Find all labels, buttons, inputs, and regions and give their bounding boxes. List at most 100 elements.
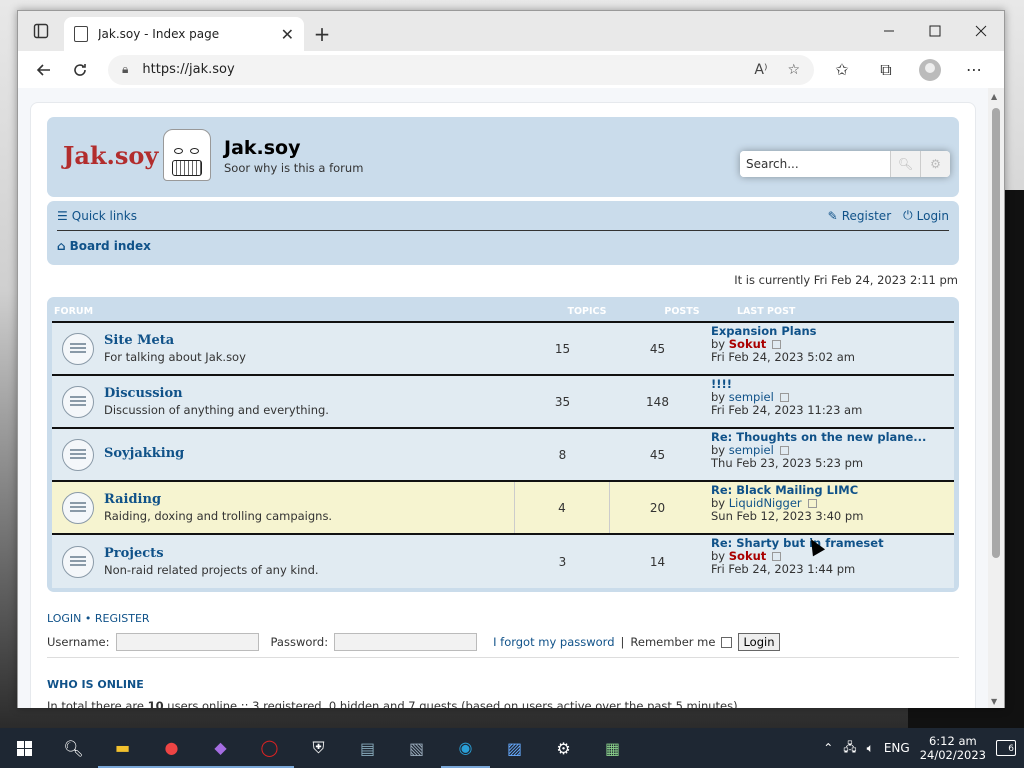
paint-icon: ▨: [506, 738, 523, 758]
forum-info: Raiding Raiding, doxing and trolling camp…: [104, 492, 332, 523]
login-header-link[interactable]: LOGIN: [47, 612, 81, 625]
forum-title-link[interactable]: Raiding: [104, 492, 332, 507]
opera-button[interactable]: ◯: [245, 728, 294, 768]
nav-row-bottom: ⌂ Board index: [57, 231, 949, 261]
forgot-password-link[interactable]: I forgot my password: [493, 635, 614, 649]
app-button-3[interactable]: ▦: [588, 728, 637, 768]
view-latest-post-icon[interactable]: [807, 499, 817, 508]
author-link[interactable]: sempiel: [729, 443, 774, 457]
author-link[interactable]: LiquidNigger: [729, 496, 802, 510]
username-field[interactable]: [115, 633, 259, 651]
visual-studio-button[interactable]: ◆: [196, 728, 245, 768]
forum-read-icon: [62, 332, 94, 365]
forum-cell: Site Meta For talking about Jak.soy: [52, 323, 515, 374]
login-button[interactable]: Login: [738, 633, 780, 651]
register-link[interactable]: ✎ Register: [828, 208, 891, 223]
language-indicator[interactable]: ENG: [884, 741, 910, 755]
notification-count: 6: [1008, 744, 1014, 754]
chrome-button[interactable]: ●: [147, 728, 196, 768]
minimize-button[interactable]: [866, 11, 912, 51]
home-icon: ⌂: [57, 239, 66, 253]
refresh-button[interactable]: [62, 55, 98, 85]
forum-wrap: Jak.soy Jak.soy Soor why is this a forum…: [30, 102, 976, 708]
settings-button[interactable]: ⚙: [539, 728, 588, 768]
forum-cell: Raiding Raiding, doxing and trolling camp…: [52, 482, 515, 533]
forum-icon-lines: [70, 555, 86, 568]
login-link[interactable]: ⏻ Login: [903, 208, 949, 223]
forum-title-link[interactable]: Soyjakking: [104, 446, 184, 461]
forum-title-link[interactable]: Site Meta: [104, 333, 246, 348]
close-window-button[interactable]: [958, 11, 1004, 51]
add-favorite-icon[interactable]: ☆: [787, 62, 800, 78]
search-input[interactable]: [740, 151, 890, 177]
view-latest-post-icon[interactable]: [772, 552, 782, 561]
page-favicon-icon: [74, 26, 88, 42]
last-post-time: Fri Feb 24, 2023 11:23 am: [711, 403, 863, 417]
forum-title-link[interactable]: Discussion: [104, 386, 329, 401]
advanced-search-button[interactable]: ⚙: [920, 151, 950, 177]
forum-list-header: FORUM TOPICS POSTS LAST POST: [52, 301, 954, 323]
visual-studio-icon: ◆: [214, 737, 227, 757]
file-explorer-button[interactable]: ▬: [98, 728, 147, 768]
scrollbar-thumb[interactable]: [992, 108, 1000, 558]
view-latest-post-icon[interactable]: [772, 340, 782, 349]
view-latest-post-icon[interactable]: [779, 446, 789, 455]
new-tab-button[interactable]: +: [304, 17, 340, 51]
tab-actions-button[interactable]: [18, 11, 64, 51]
security-button[interactable]: ⛨: [294, 728, 343, 768]
search-button[interactable]: 🔍︎: [890, 151, 920, 177]
by-label: by: [711, 496, 726, 510]
back-button[interactable]: [26, 55, 62, 85]
author-link[interactable]: Sokut: [729, 549, 767, 563]
quick-links-button[interactable]: ☰ Quick links: [57, 209, 137, 223]
last-post-time: Thu Feb 23, 2023 5:23 pm: [711, 456, 864, 470]
url-field[interactable]: 🔒︎ https://jak.soy A⁾ ☆: [108, 54, 814, 85]
network-icon[interactable]: 🖧︎: [843, 738, 856, 759]
back-arrow-icon: [36, 63, 50, 76]
site-logo-text[interactable]: Jak.soy: [63, 141, 158, 170]
app-button-2[interactable]: ▧: [392, 728, 441, 768]
maximize-button[interactable]: [912, 11, 958, 51]
favorites-icon[interactable]: ✩: [820, 55, 864, 85]
gear-icon: ⚙: [556, 738, 571, 758]
remember-me-checkbox[interactable]: [721, 636, 733, 648]
read-aloud-icon[interactable]: A⁾: [754, 62, 767, 78]
edge-button[interactable]: ◉: [441, 728, 490, 768]
profile-button[interactable]: [908, 55, 952, 85]
volume-icon[interactable]: 🔈︎: [867, 741, 874, 756]
last-post-time: Sun Feb 12, 2023 3:40 pm: [711, 509, 864, 523]
tab-close-icon[interactable]: ✕: [281, 25, 294, 44]
author-link[interactable]: Sokut: [729, 337, 767, 351]
clock[interactable]: 6:12 am 24/02/2023: [920, 734, 986, 762]
gear-icon: ⚙: [930, 157, 941, 171]
desktop-dark-region-bottom: [908, 708, 1024, 728]
scroll-up-icon[interactable]: ▲: [991, 92, 997, 101]
last-post: !!!! by sempiel Fri Feb 24, 2023 11:23 a…: [705, 376, 954, 427]
forum-read-icon: [62, 438, 94, 471]
forum-title-link[interactable]: Projects: [104, 546, 319, 561]
site-logo-icon[interactable]: [163, 129, 211, 181]
login-header-separator: •: [84, 612, 92, 625]
start-button[interactable]: [0, 728, 49, 768]
paint-button[interactable]: ▨: [490, 728, 539, 768]
nav-row-top: ☰ Quick links ✎ Register ⏻ Login: [57, 201, 949, 231]
author-link[interactable]: sempiel: [729, 390, 774, 404]
site-title: Jak.soy: [224, 137, 301, 159]
register-header-link[interactable]: REGISTER: [95, 612, 150, 625]
board-index-link[interactable]: ⌂ Board index: [57, 239, 151, 253]
nav-bar: ☰ Quick links ✎ Register ⏻ Login ⌂ Board ind…: [47, 201, 959, 265]
scroll-down-icon[interactable]: ▼: [991, 697, 997, 706]
search-taskbar-button[interactable]: 🔍︎: [49, 728, 98, 768]
password-field[interactable]: [334, 633, 478, 651]
who-is-online-header[interactable]: WHO IS ONLINE: [47, 678, 959, 691]
more-options-icon[interactable]: ⋯: [952, 55, 996, 85]
by-label: by: [711, 443, 726, 457]
app-button-1[interactable]: ▤: [343, 728, 392, 768]
collections-icon[interactable]: ⧉: [864, 55, 908, 85]
page-scrollbar[interactable]: ▲ ▼: [988, 88, 1004, 708]
notification-button[interactable]: 6: [996, 740, 1016, 756]
windows-logo-icon: [17, 740, 32, 756]
tab-active[interactable]: Jak.soy - Index page ✕: [64, 17, 304, 51]
view-latest-post-icon[interactable]: [779, 393, 789, 402]
chevron-up-icon[interactable]: ⌃: [823, 741, 833, 755]
